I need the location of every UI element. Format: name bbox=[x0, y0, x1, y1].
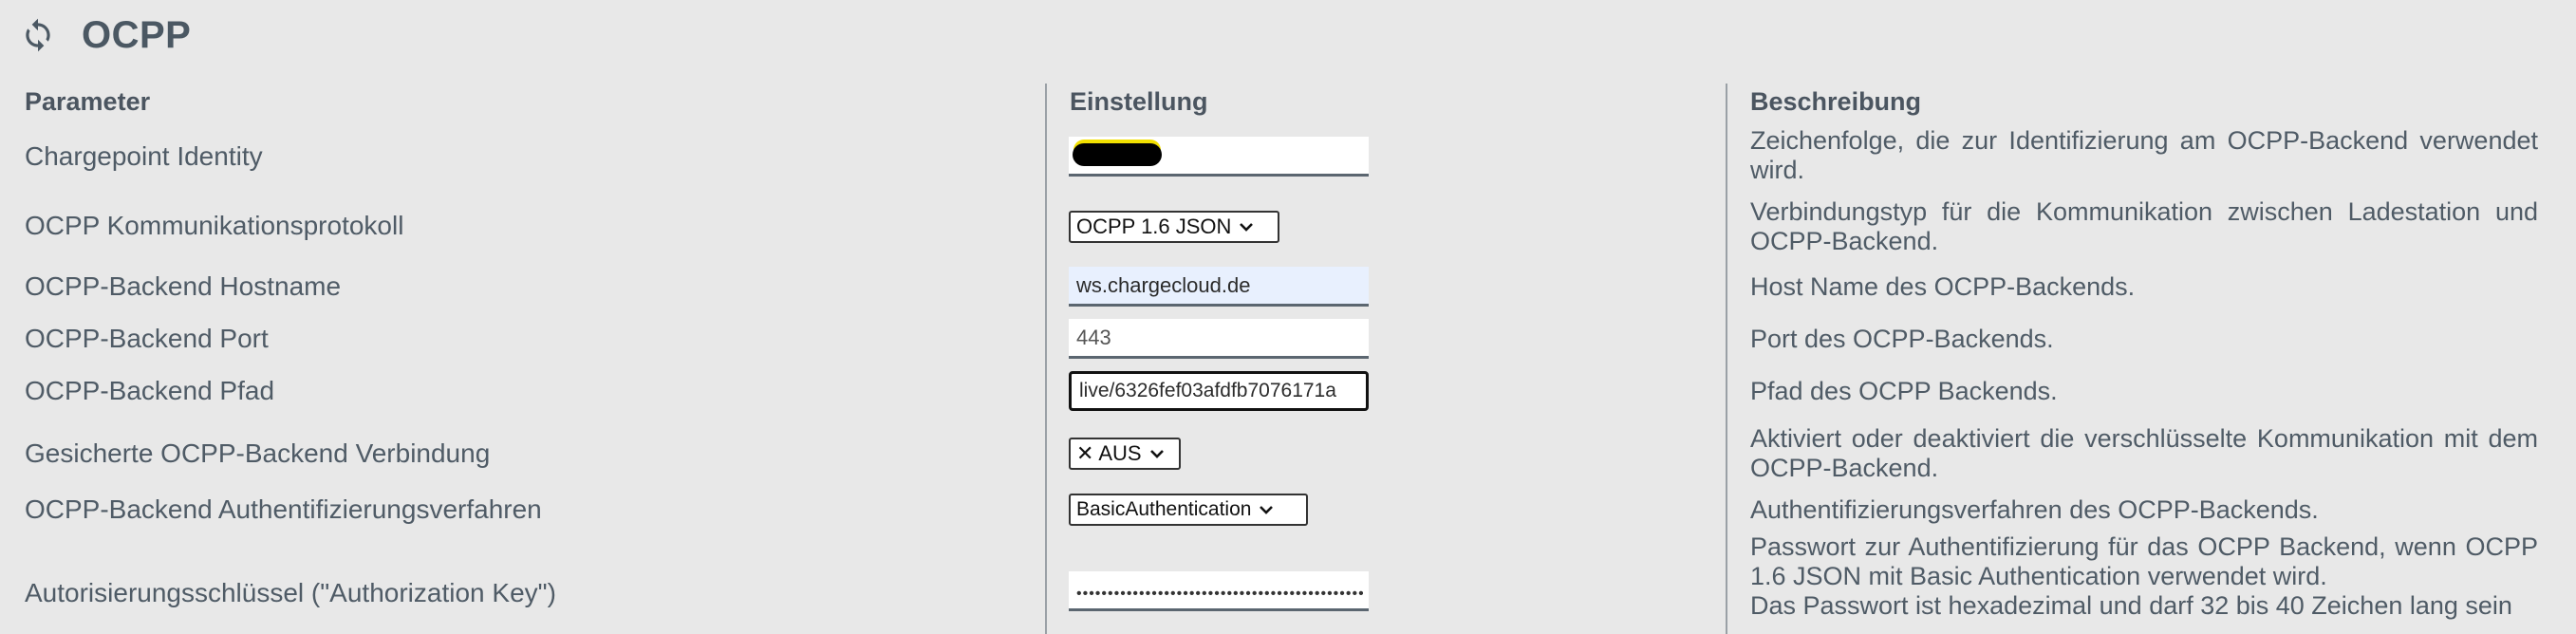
page-title: OCPP bbox=[82, 13, 192, 56]
secure-connection-select[interactable]: ✕ AUS bbox=[1069, 438, 1181, 470]
column-divider-1 bbox=[1045, 84, 1047, 634]
desc-authorization-key-line1: Passwort zur Authentifizierung für das O… bbox=[1750, 532, 2538, 590]
desc-authorization-key-line2: Das Passwort ist hexadezimal und darf 32… bbox=[1750, 591, 2512, 620]
desc-chargepoint-identity: Zeichenfolge, die zur Identifizierung am… bbox=[1750, 126, 2538, 184]
protocol-select[interactable]: OCPP 1.6 JSON bbox=[1069, 211, 1279, 243]
hostname-input[interactable] bbox=[1069, 267, 1369, 307]
auth-method-select[interactable]: BasicAuthentication bbox=[1069, 494, 1308, 526]
chevron-down-icon bbox=[1239, 221, 1254, 233]
param-label-auth-method: OCPP-Backend Authentifizierungsverfahren bbox=[25, 494, 542, 524]
desc-authorization-key: Passwort zur Authentifizierung für das O… bbox=[1750, 532, 2538, 621]
column-divider-2 bbox=[1726, 84, 1727, 634]
desc-port: Port des OCPP-Backends. bbox=[1750, 325, 2054, 353]
desc-path: Pfad des OCPP Backends. bbox=[1750, 377, 2058, 405]
header-description: Beschreibung bbox=[1750, 87, 1922, 116]
chevron-down-icon bbox=[1259, 504, 1274, 515]
authorization-key-masked-value: ••••••••••••••••••••••••••••••••••••••••… bbox=[1076, 586, 1363, 602]
sync-icon bbox=[19, 16, 57, 54]
page-header: OCPP bbox=[19, 9, 191, 61]
ocpp-settings-page: OCPP Parameter Einstellung Beschreibung … bbox=[0, 0, 2576, 634]
param-label-protocol: OCPP Kommunikationsprotokoll bbox=[25, 211, 404, 240]
header-setting: Einstellung bbox=[1070, 87, 1208, 116]
desc-auth-method: Authentifizierungsverfahren des OCPP-Bac… bbox=[1750, 495, 2319, 524]
port-input[interactable] bbox=[1069, 319, 1369, 359]
param-label-path: OCPP-Backend Pfad bbox=[25, 376, 275, 405]
protocol-select-value: OCPP 1.6 JSON bbox=[1076, 214, 1232, 238]
param-label-port: OCPP-Backend Port bbox=[25, 324, 269, 353]
path-input[interactable] bbox=[1069, 371, 1369, 411]
chevron-down-icon bbox=[1149, 448, 1165, 459]
header-parameter: Parameter bbox=[25, 87, 151, 116]
desc-secure-connection: Aktiviert oder deaktiviert die verschlüs… bbox=[1750, 424, 2538, 482]
desc-hostname: Host Name des OCPP-Backends. bbox=[1750, 272, 2136, 301]
auth-method-select-value: BasicAuthentication bbox=[1076, 498, 1252, 520]
param-label-authorization-key: Autorisierungsschlüssel ("Authorization … bbox=[25, 578, 556, 607]
param-label-hostname: OCPP-Backend Hostname bbox=[25, 271, 342, 301]
param-label-secure-connection: Gesicherte OCPP-Backend Verbindung bbox=[25, 438, 491, 468]
param-label-chargepoint-identity: Chargepoint Identity bbox=[25, 141, 263, 171]
redaction-mark bbox=[1073, 143, 1162, 166]
secure-connection-select-value: ✕ AUS bbox=[1076, 441, 1142, 465]
desc-protocol: Verbindungstyp für die Kommunikation zwi… bbox=[1750, 197, 2538, 255]
